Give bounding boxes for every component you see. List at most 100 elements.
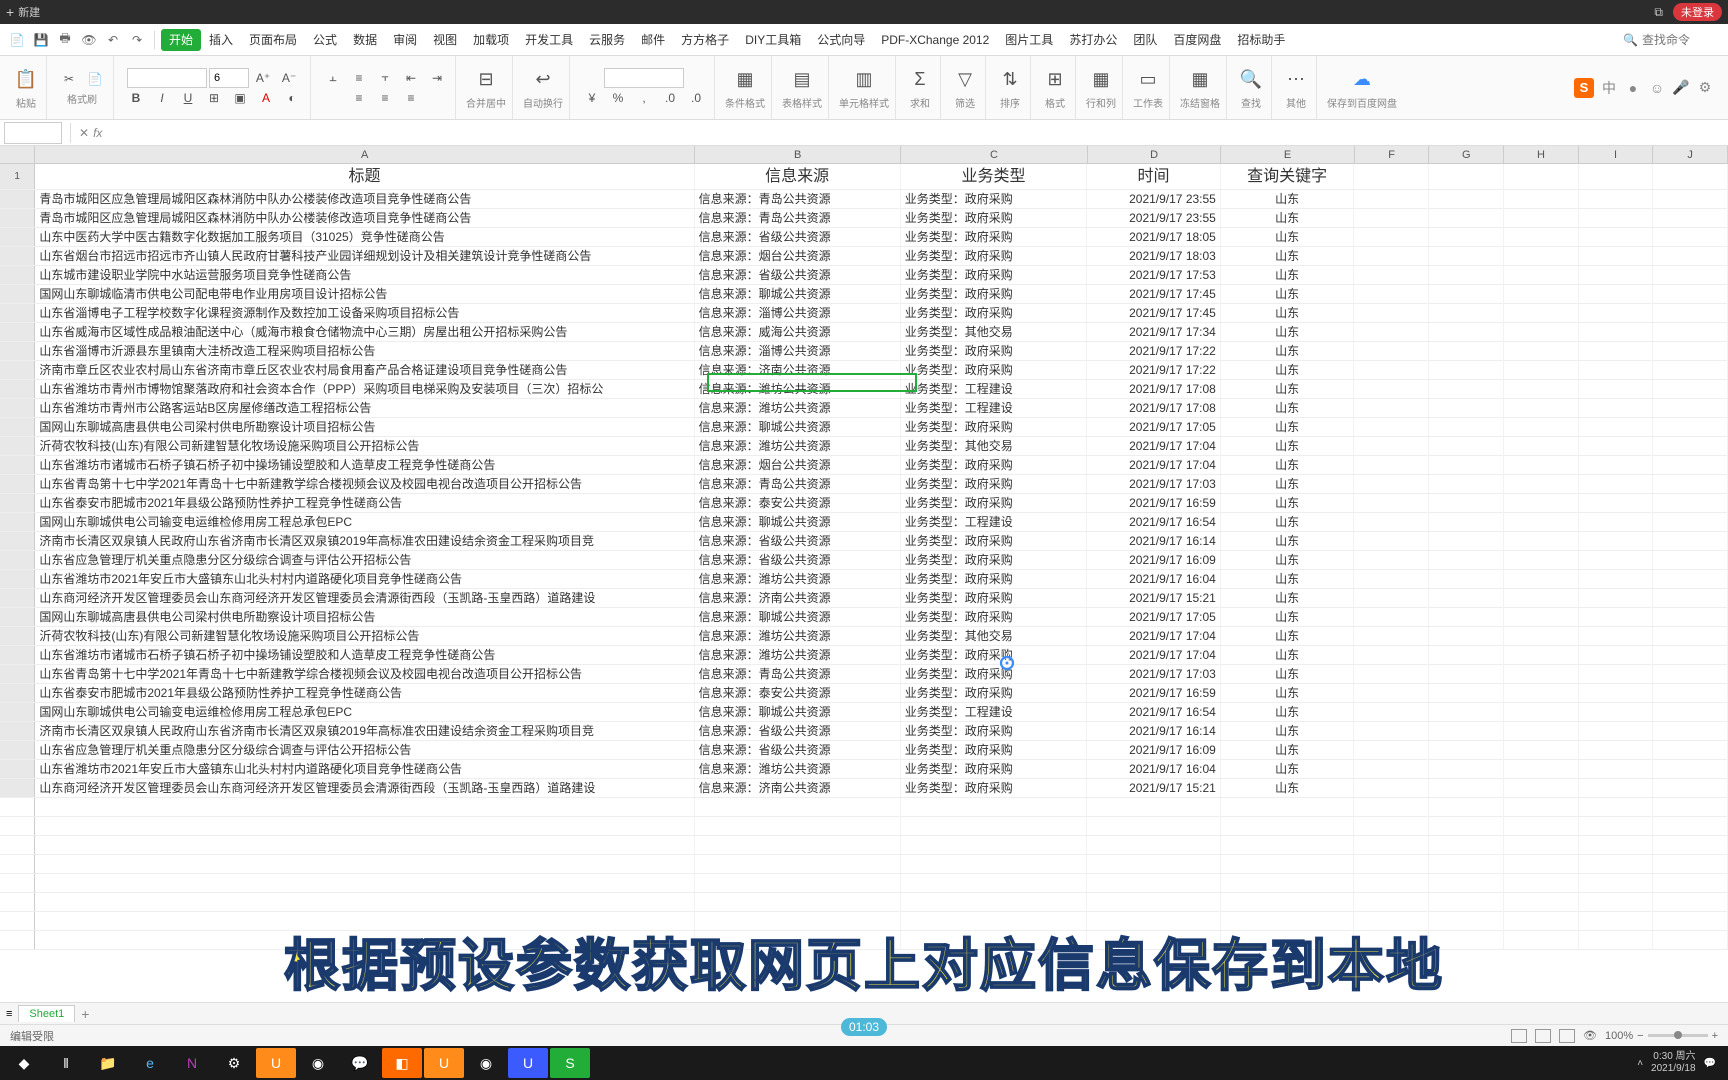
add-sheet-button[interactable]: + [81,1006,89,1022]
cell-C15[interactable]: 业务类型：其他交易 [901,437,1088,455]
col-header-I[interactable]: I [1579,146,1654,163]
underline-icon[interactable]: U [176,88,200,108]
taskbar-app2-icon[interactable]: ◧ [382,1048,422,1078]
italic-icon[interactable]: I [150,88,174,108]
cell-E12[interactable]: 山东 [1221,380,1355,398]
cell-C13[interactable]: 业务类型：工程建设 [901,399,1088,417]
menu-tab-15[interactable]: 图片工具 [997,29,1061,51]
cell-D1[interactable]: 时间 [1087,164,1221,189]
filter-icon[interactable]: ▽ [951,65,979,93]
merge-icon[interactable]: ⊟ [472,65,500,93]
row-header-13[interactable] [0,399,35,417]
cell-D19[interactable]: 2021/9/17 16:54 [1087,513,1221,531]
row-header-24[interactable] [0,608,35,626]
login-badge[interactable]: 未登录 [1673,3,1722,21]
cell-D12[interactable]: 2021/9/17 17:08 [1087,380,1221,398]
window-restore-icon[interactable]: ⧉ [1654,5,1663,20]
tray-up-icon[interactable]: ˄ [1637,1058,1643,1069]
cell-E18[interactable]: 山东 [1221,494,1355,512]
cell-A11[interactable]: 济南市章丘区农业农村局山东省济南市章丘区农业农村局食用畜产品合格证建设项目竞争性… [35,361,694,379]
cell-B27[interactable]: 信息来源：青岛公共资源 [695,665,901,683]
view-break-icon[interactable] [1559,1029,1575,1043]
fx-icon[interactable]: fx [93,126,102,140]
cell-B5[interactable]: 信息来源：烟台公共资源 [695,247,901,265]
cond-format-icon[interactable]: ▦ [731,65,759,93]
cell-C6[interactable]: 业务类型：政府采购 [901,266,1088,284]
row-header-27[interactable] [0,665,35,683]
print-icon[interactable]: 🖶 [54,29,76,51]
sheet-tab-1[interactable]: Sheet1 [18,1005,75,1022]
cell-E15[interactable]: 山东 [1221,437,1355,455]
cell-E6[interactable]: 山东 [1221,266,1355,284]
wrap-icon[interactable]: ↩ [529,65,557,93]
name-box[interactable] [4,122,62,144]
cell-A7[interactable]: 国网山东聊城临清市供电公司配电带电作业用房项目设计招标公告 [35,285,694,303]
menu-tab-13[interactable]: 公式向导 [809,29,873,51]
menu-tab-1[interactable]: 插入 [201,29,241,51]
cell-D14[interactable]: 2021/9/17 17:05 [1087,418,1221,436]
cell-B31[interactable]: 信息来源：省级公共资源 [695,741,901,759]
cell-E21[interactable]: 山东 [1221,551,1355,569]
taskbar-search-icon[interactable]: ‖ [46,1048,86,1078]
cell-D25[interactable]: 2021/9/17 17:04 [1087,627,1221,645]
search-input[interactable] [1642,33,1722,47]
preview-icon[interactable]: 👁 [78,29,100,51]
align-right-icon[interactable]: ≡ [399,88,423,108]
cell-B26[interactable]: 信息来源：潍坊公共资源 [695,646,901,664]
cell-C31[interactable]: 业务类型：政府采购 [901,741,1088,759]
row-header-4[interactable] [0,228,35,246]
cell-A10[interactable]: 山东省淄博市沂源县东里镇南大洼桥改造工程采购项目招标公告 [35,342,694,360]
format-icon[interactable]: ⊞ [1041,65,1069,93]
taskbar-onenote-icon[interactable]: N [172,1048,212,1078]
menu-tab-17[interactable]: 团队 [1125,29,1165,51]
cell-C10[interactable]: 业务类型：政府采购 [901,342,1088,360]
cell-C14[interactable]: 业务类型：政府采购 [901,418,1088,436]
row-header-26[interactable] [0,646,35,664]
taskbar-start-icon[interactable]: ◆ [4,1048,44,1078]
indent-left-icon[interactable]: ⇤ [399,68,423,88]
cell-B30[interactable]: 信息来源：省级公共资源 [695,722,901,740]
bold-icon[interactable]: B [124,88,148,108]
inc-decimal-icon[interactable]: .0 [658,88,682,108]
redo-icon[interactable]: ↷ [126,29,148,51]
cell-E2[interactable]: 山东 [1221,190,1355,208]
save-icon[interactable]: 💾 [30,29,52,51]
cell-B1[interactable]: 信息来源 [695,164,901,189]
cell-A8[interactable]: 山东省淄博电子工程学校数字化课程资源制作及数控加工设备采购项目招标公告 [35,304,694,322]
cell-C28[interactable]: 业务类型：政府采购 [901,684,1088,702]
taskbar-ie-icon[interactable]: e [130,1048,170,1078]
row-header-1[interactable]: 1 [0,164,35,189]
number-format-select[interactable] [604,68,684,88]
col-header-J[interactable]: J [1653,146,1728,163]
cell-C17[interactable]: 业务类型：政府采购 [901,475,1088,493]
row-header-9[interactable] [0,323,35,341]
cell-B3[interactable]: 信息来源：青岛公共资源 [695,209,901,227]
cell-E3[interactable]: 山东 [1221,209,1355,227]
cell-D24[interactable]: 2021/9/17 17:05 [1087,608,1221,626]
cell-E31[interactable]: 山东 [1221,741,1355,759]
cell-D15[interactable]: 2021/9/17 17:04 [1087,437,1221,455]
cell-A15[interactable]: 沂荷农牧科技(山东)有限公司新建智慧化牧场设施采购项目公开招标公告 [35,437,694,455]
col-header-D[interactable]: D [1088,146,1222,163]
decrease-font-icon[interactable]: A⁻ [277,68,301,88]
cell-E23[interactable]: 山东 [1221,589,1355,607]
cell-B4[interactable]: 信息来源：省级公共资源 [695,228,901,246]
cell-E25[interactable]: 山东 [1221,627,1355,645]
row-header-10[interactable] [0,342,35,360]
row-header-14[interactable] [0,418,35,436]
cell-B21[interactable]: 信息来源：省级公共资源 [695,551,901,569]
cell-E4[interactable]: 山东 [1221,228,1355,246]
row-header-11[interactable] [0,361,35,379]
cell-E13[interactable]: 山东 [1221,399,1355,417]
cell-A23[interactable]: 山东商河经济开发区管理委员会山东商河经济开发区管理委员会清源街西段（玉凯路-玉皇… [35,589,694,607]
fill-color-icon[interactable]: ▣ [228,88,252,108]
cell-C11[interactable]: 业务类型：政府采购 [901,361,1088,379]
cell-E29[interactable]: 山东 [1221,703,1355,721]
cell-C1[interactable]: 业务类型 [901,164,1088,189]
align-middle-icon[interactable]: ≡ [347,68,371,88]
row-header-31[interactable] [0,741,35,759]
cell-E32[interactable]: 山东 [1221,760,1355,778]
cell-A18[interactable]: 山东省泰安市肥城市2021年县级公路预防性养护工程竞争性磋商公告 [35,494,694,512]
baidu-cloud-icon[interactable]: ☁ [1348,65,1376,93]
increase-font-icon[interactable]: A⁺ [251,68,275,88]
